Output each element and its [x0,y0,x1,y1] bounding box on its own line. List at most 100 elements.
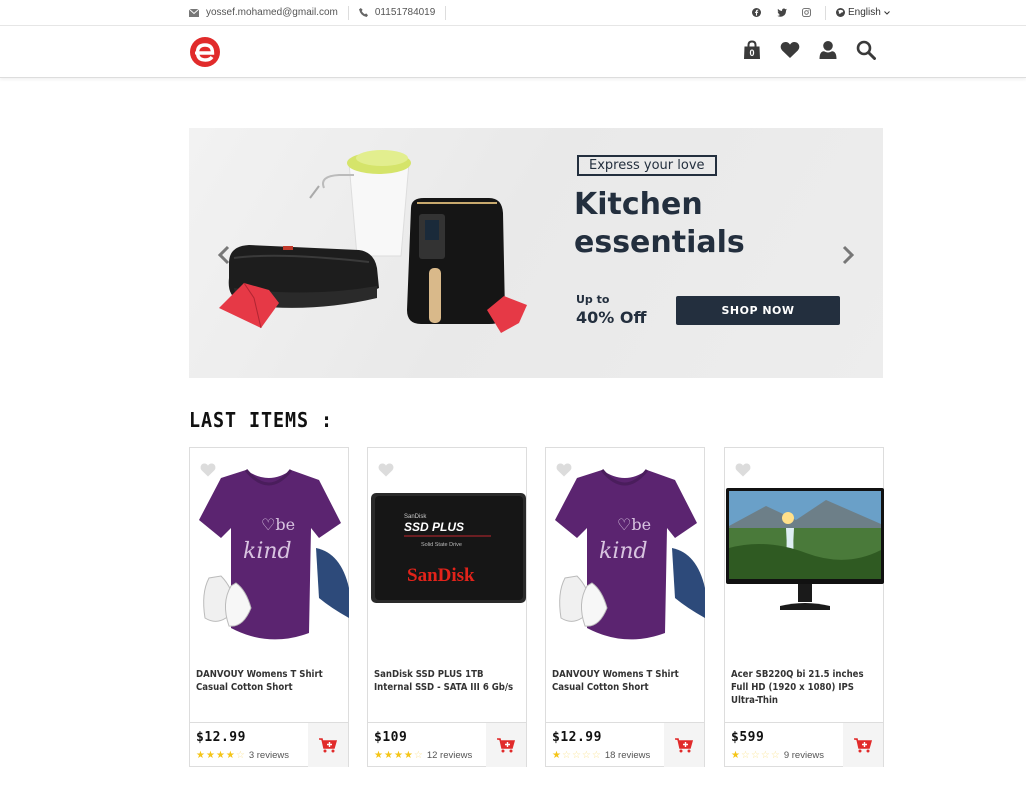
star-rating: ★ ☆ ☆ ☆ ☆ [552,749,601,761]
phone-icon [358,8,368,17]
carousel-next-arrow[interactable] [841,245,855,265]
top-bar: yossef.mohamed@gmail.com 01151784019 Eng… [0,0,1026,26]
heart-icon[interactable] [200,463,216,477]
twitter-icon[interactable] [777,8,787,17]
star-empty-icon: ☆ [581,749,591,761]
product-grid: ♡be kind DANVOUY Womens T Shirt Casual C… [189,447,884,767]
add-to-cart-button[interactable] [486,723,526,767]
product-image[interactable] [726,458,884,653]
star-empty-icon: ☆ [750,749,760,761]
search-button[interactable] [856,40,876,60]
product-rating: ★ ★ ★ ★ ☆ 12 reviews [374,750,472,761]
star-filled-icon: ★ [215,749,225,761]
product-footer: $12.99 ★ ★ ★ ★ ☆ 3 reviews [190,722,348,767]
product-price: $12.99 [552,730,602,745]
tshirt-image: ♡be kind [555,469,705,640]
star-empty-icon: ☆ [740,749,750,761]
product-footer: $599 ★ ☆ ☆ ☆ ☆ 9 reviews [725,722,883,767]
heart-icon[interactable] [556,463,572,477]
add-to-cart-button[interactable] [308,723,348,767]
banner-upto: Up to [576,293,610,306]
product-price: $109 [374,730,408,745]
heart-icon[interactable] [735,463,751,477]
heart-icon[interactable] [378,463,394,477]
monitor-image [726,488,884,610]
review-count: 18 reviews [604,750,651,761]
banner-headline-line1: Kitchen [574,187,703,222]
banner-tagline: Express your love [577,155,717,176]
star-filled-icon: ★ [225,749,235,761]
star-filled-icon: ★ [383,749,393,761]
star-filled-icon: ★ [731,749,740,761]
product-rating: ★ ☆ ☆ ☆ ☆ 18 reviews [552,750,650,761]
star-filled-icon: ★ [552,749,561,761]
product-rating: ★ ★ ★ ★ ☆ 3 reviews [196,750,289,761]
tshirt-image: ♡be kind [199,469,349,640]
add-to-cart-button[interactable] [843,723,883,767]
product-name[interactable]: DANVOUY Womens T Shirt Casual Cotton Sho… [196,668,342,694]
brand-logo-icon [190,37,220,67]
topbar-right: English [740,0,890,25]
product-card[interactable]: ♡be kind DANVOUY Womens T Shirt Casual C… [189,447,349,767]
product-name[interactable]: Acer SB220Q bi 21.5 inches Full HD (1920… [731,668,877,707]
star-filled-icon: ★ [205,749,215,761]
email-text[interactable]: yossef.mohamed@gmail.com [206,7,338,18]
product-rating: ★ ☆ ☆ ☆ ☆ 9 reviews [731,750,824,761]
star-rating: ★ ☆ ☆ ☆ ☆ [731,749,780,761]
star-filled-icon: ★ [393,749,403,761]
facebook-icon[interactable] [752,8,761,17]
user-icon [819,41,837,59]
star-empty-icon: ☆ [561,749,571,761]
account-button[interactable] [818,40,838,60]
star-empty-icon: ☆ [235,749,245,761]
wishlist-button[interactable] [780,40,800,60]
star-filled-icon: ★ [403,749,413,761]
star-empty-icon: ☆ [770,749,780,761]
star-filled-icon: ★ [374,749,383,761]
product-image[interactable]: SanDisk SSD PLUS Solid State Drive SanDi… [369,458,527,653]
phone-item[interactable]: 01151784019 [358,5,447,20]
star-empty-icon: ☆ [760,749,770,761]
product-image[interactable]: ♡be kind [547,458,705,653]
ssd-model: SSD PLUS [404,520,464,534]
globe-icon [836,8,845,17]
product-name[interactable]: DANVOUY Womens T Shirt Casual Cotton Sho… [552,668,698,694]
ssd-image: SanDisk SSD PLUS Solid State Drive SanDi… [371,493,526,603]
social-links [740,5,826,20]
product-price: $12.99 [196,730,246,745]
tshirt-text1: ♡be [617,515,651,534]
banner-discount: 40% Off [576,308,647,327]
chevron-down-icon [883,10,890,15]
instagram-icon[interactable] [802,8,811,17]
email-item[interactable]: yossef.mohamed@gmail.com [189,5,349,20]
ssd-sub: Solid State Drive [421,542,462,548]
product-price: $599 [731,730,765,745]
tshirt-text2: kind [599,539,648,564]
shop-now-button[interactable]: SHOP NOW [676,296,840,325]
search-icon [856,40,876,60]
product-footer: $109 ★ ★ ★ ★ ☆ 12 reviews [368,722,526,767]
product-card[interactable]: ♡be kind DANVOUY Womens T Shirt Casual C… [545,447,705,767]
product-image[interactable]: ♡be kind [191,458,349,653]
cart-plus-icon [319,737,337,752]
star-empty-icon: ☆ [571,749,581,761]
banner-headline-line2: essentials [574,225,745,260]
hero-banner[interactable]: Express your love Kitchen essentials Up … [189,128,883,378]
review-count: 9 reviews [783,750,824,761]
carousel-prev-arrow[interactable] [217,245,231,265]
product-name[interactable]: SanDisk SSD PLUS 1TB Internal SSD - SATA… [374,668,520,694]
add-to-cart-button[interactable] [664,723,704,767]
logo[interactable] [189,36,221,68]
language-label: English [848,7,881,18]
product-card[interactable]: Acer SB220Q bi 21.5 inches Full HD (1920… [724,447,884,767]
product-footer: $12.99 ★ ☆ ☆ ☆ ☆ 18 reviews [546,722,704,767]
main-header: 0 [0,26,1026,78]
product-card[interactable]: SanDisk SSD PLUS Solid State Drive SanDi… [367,447,527,767]
review-count: 12 reviews [426,750,473,761]
section-title: LAST ITEMS : [189,408,333,432]
language-selector[interactable]: English [836,7,890,18]
phone-text[interactable]: 01151784019 [375,7,435,18]
tshirt-text1: ♡be [261,515,295,534]
contact-info: yossef.mohamed@gmail.com 01151784019 [189,0,447,25]
cart-button[interactable]: 0 [742,40,762,60]
